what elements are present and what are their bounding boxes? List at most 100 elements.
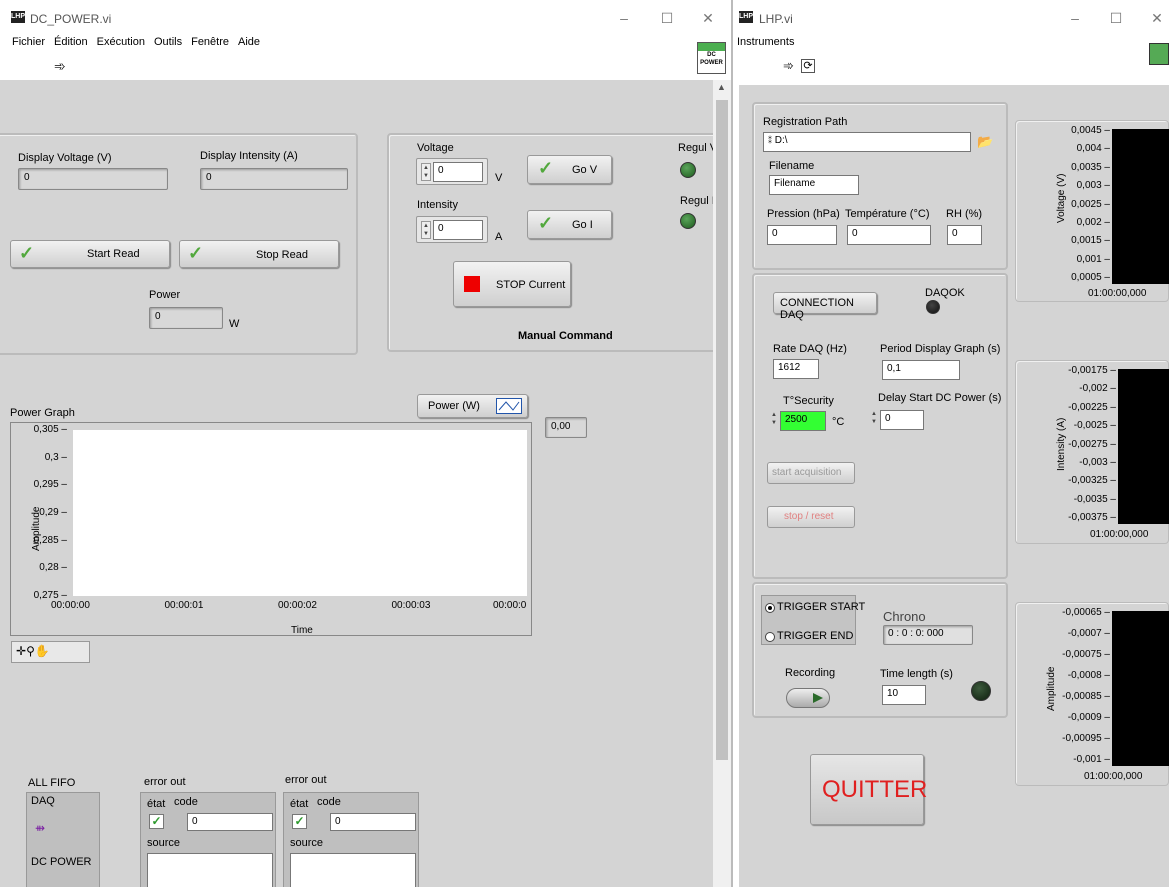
- error-code-field[interactable]: 0: [330, 813, 416, 831]
- voltage-unit: V: [495, 172, 503, 184]
- intensity-control[interactable]: ▲ ▼ 0: [416, 216, 488, 243]
- scroll-thumb[interactable]: [716, 100, 728, 760]
- menu-aide[interactable]: Aide: [238, 36, 260, 48]
- menu-instruments[interactable]: Instruments: [737, 36, 794, 48]
- front-panel: Display Voltage (V) 0 Display Intensity …: [0, 80, 727, 887]
- temperature-field[interactable]: 0: [847, 225, 931, 245]
- t-security-field[interactable]: 2500: [780, 411, 826, 431]
- pression-label: Pression (hPa): [767, 208, 840, 220]
- y-tick-label: 0,001 –: [1076, 253, 1110, 265]
- registration-path-field[interactable]: ⁑ D:\: [763, 132, 971, 152]
- amplitude-x-tick: 01:00:00,000: [1084, 771, 1143, 782]
- delay-start-label: Delay Start DC Power (s): [878, 392, 1002, 404]
- run-arrow-icon[interactable]: ➾: [54, 58, 66, 75]
- x-axis-label: Time: [291, 625, 313, 636]
- rh-field[interactable]: 0: [947, 225, 982, 245]
- minimize-button[interactable]: –: [1065, 8, 1085, 28]
- y-tick-label: -0,0008 –: [1067, 670, 1110, 681]
- y-tick-label: -0,0025 –: [1073, 420, 1116, 432]
- error-out-1-cluster: état code ✓ 0 source: [140, 792, 276, 887]
- pression-field[interactable]: 0: [767, 225, 837, 245]
- pan-hand-icon[interactable]: ✋: [35, 644, 50, 658]
- run-arrow-icon[interactable]: ➾: [783, 58, 794, 74]
- y-tick-label: -0,0035 –: [1073, 493, 1116, 505]
- daqok-label: DAQOK: [925, 287, 965, 299]
- y-tick-label: 0,0035 –: [1071, 161, 1110, 173]
- run-continuously-icon[interactable]: ⟳: [801, 59, 815, 73]
- stop-reset-button[interactable]: stop / reset: [767, 506, 855, 528]
- recording-led: [971, 681, 991, 701]
- status-check-icon: ✓: [292, 814, 307, 829]
- regul-i-label: Regul I: [680, 195, 715, 207]
- crosshair-icon[interactable]: ✛: [16, 644, 26, 658]
- menu-execution[interactable]: Exécution: [97, 36, 145, 48]
- trigger-end-radio[interactable]: [765, 632, 775, 642]
- t-security-stepper[interactable]: ▲ ▼: [769, 411, 779, 429]
- time-length-field[interactable]: 10: [882, 685, 926, 705]
- go-i-button[interactable]: ✓ Go I: [527, 210, 612, 239]
- registration-path-value: D:\: [774, 135, 788, 146]
- source-textbox[interactable]: [147, 853, 273, 887]
- close-button[interactable]: ✕: [698, 8, 718, 28]
- zoom-icon[interactable]: ⚲: [26, 644, 35, 658]
- start-acquisition-button[interactable]: start acquisition: [767, 462, 855, 484]
- delay-start-stepper[interactable]: ▲ ▼: [869, 410, 879, 428]
- labview-logo-icon: LHP: [739, 11, 753, 23]
- start-read-button[interactable]: ✓ Start Read: [10, 240, 170, 268]
- menu-fenetre[interactable]: Fenêtre: [191, 36, 229, 48]
- title-bar: LHP DC_POWER.vi – ☐ ✕: [0, 0, 731, 36]
- recording-toggle[interactable]: [786, 688, 830, 708]
- maximize-button[interactable]: ☐: [1106, 8, 1126, 28]
- display-voltage-indicator: 0: [18, 168, 168, 190]
- source-textbox[interactable]: [290, 853, 416, 887]
- voltage-input[interactable]: 0: [433, 162, 483, 182]
- power-legend-label: Power (W): [428, 400, 480, 412]
- y-tick-label: 0,003 –: [1076, 180, 1110, 192]
- power-legend[interactable]: Power (W): [417, 394, 528, 418]
- graph-tools-palette[interactable]: ✛⚲✋: [11, 641, 90, 663]
- trigger-start-radio[interactable]: [765, 603, 775, 613]
- voltage-x-tick: 01:00:00,000: [1088, 288, 1147, 299]
- error-code-field[interactable]: 0: [187, 813, 273, 831]
- stop-current-label: STOP Current: [496, 279, 566, 291]
- y-tick-label: -0,00095 –: [1062, 733, 1110, 744]
- voltage-control[interactable]: ▲ ▼ 0: [416, 158, 488, 185]
- y-tick-label: 0,002 –: [1076, 216, 1110, 228]
- stop-current-button[interactable]: STOP Current: [453, 261, 571, 307]
- amplitude-plot-area[interactable]: [1112, 611, 1169, 766]
- y-tick-label: -0,00085 –: [1062, 691, 1110, 702]
- go-v-button[interactable]: ✓ Go V: [527, 155, 612, 184]
- scroll-up-icon[interactable]: ▲: [717, 82, 726, 92]
- registration-path-label: Registration Path: [763, 116, 848, 128]
- power-plot-area[interactable]: [73, 430, 527, 596]
- menu-outils[interactable]: Outils: [154, 36, 182, 48]
- time-length-label: Time length (s): [880, 668, 953, 680]
- delay-start-field[interactable]: 0: [880, 410, 924, 430]
- x-tick-label: 00:00:00: [51, 600, 90, 611]
- intensity-stepper[interactable]: ▲ ▼: [421, 221, 431, 239]
- intensity-input[interactable]: 0: [433, 220, 483, 240]
- voltage-label: Voltage: [417, 142, 454, 154]
- minimize-button[interactable]: –: [614, 8, 634, 28]
- filename-field[interactable]: Filename: [769, 175, 859, 195]
- browse-folder-icon[interactable]: 📂: [977, 134, 993, 150]
- window-title: LHP.vi: [759, 12, 793, 26]
- menu-edition[interactable]: Édition: [54, 36, 88, 48]
- check-icon: ✓: [538, 158, 554, 178]
- maximize-button[interactable]: ☐: [657, 8, 677, 28]
- vertical-scrollbar[interactable]: ▲: [713, 80, 731, 887]
- connection-daq-button[interactable]: CONNECTION DAQ: [773, 292, 877, 321]
- voltage-stepper[interactable]: ▲ ▼: [421, 163, 431, 181]
- rate-daq-field[interactable]: 1612: [773, 359, 819, 379]
- stop-read-button[interactable]: ✓ Stop Read: [179, 240, 339, 268]
- menu-fichier[interactable]: Fichier: [12, 36, 45, 48]
- y-tick-label: -0,00325 –: [1068, 475, 1116, 487]
- period-display-field[interactable]: 0,1: [882, 360, 960, 380]
- close-button[interactable]: ✕: [1147, 8, 1167, 28]
- x-tick-label: 00:00:01: [164, 600, 204, 611]
- x-tick-label: 00:00:03: [391, 600, 431, 611]
- regul-v-label: Regul V: [678, 142, 718, 154]
- voltage-plot-area[interactable]: [1112, 129, 1169, 284]
- intensity-plot-area[interactable]: [1118, 369, 1169, 524]
- quitter-button[interactable]: QUITTER: [810, 754, 927, 825]
